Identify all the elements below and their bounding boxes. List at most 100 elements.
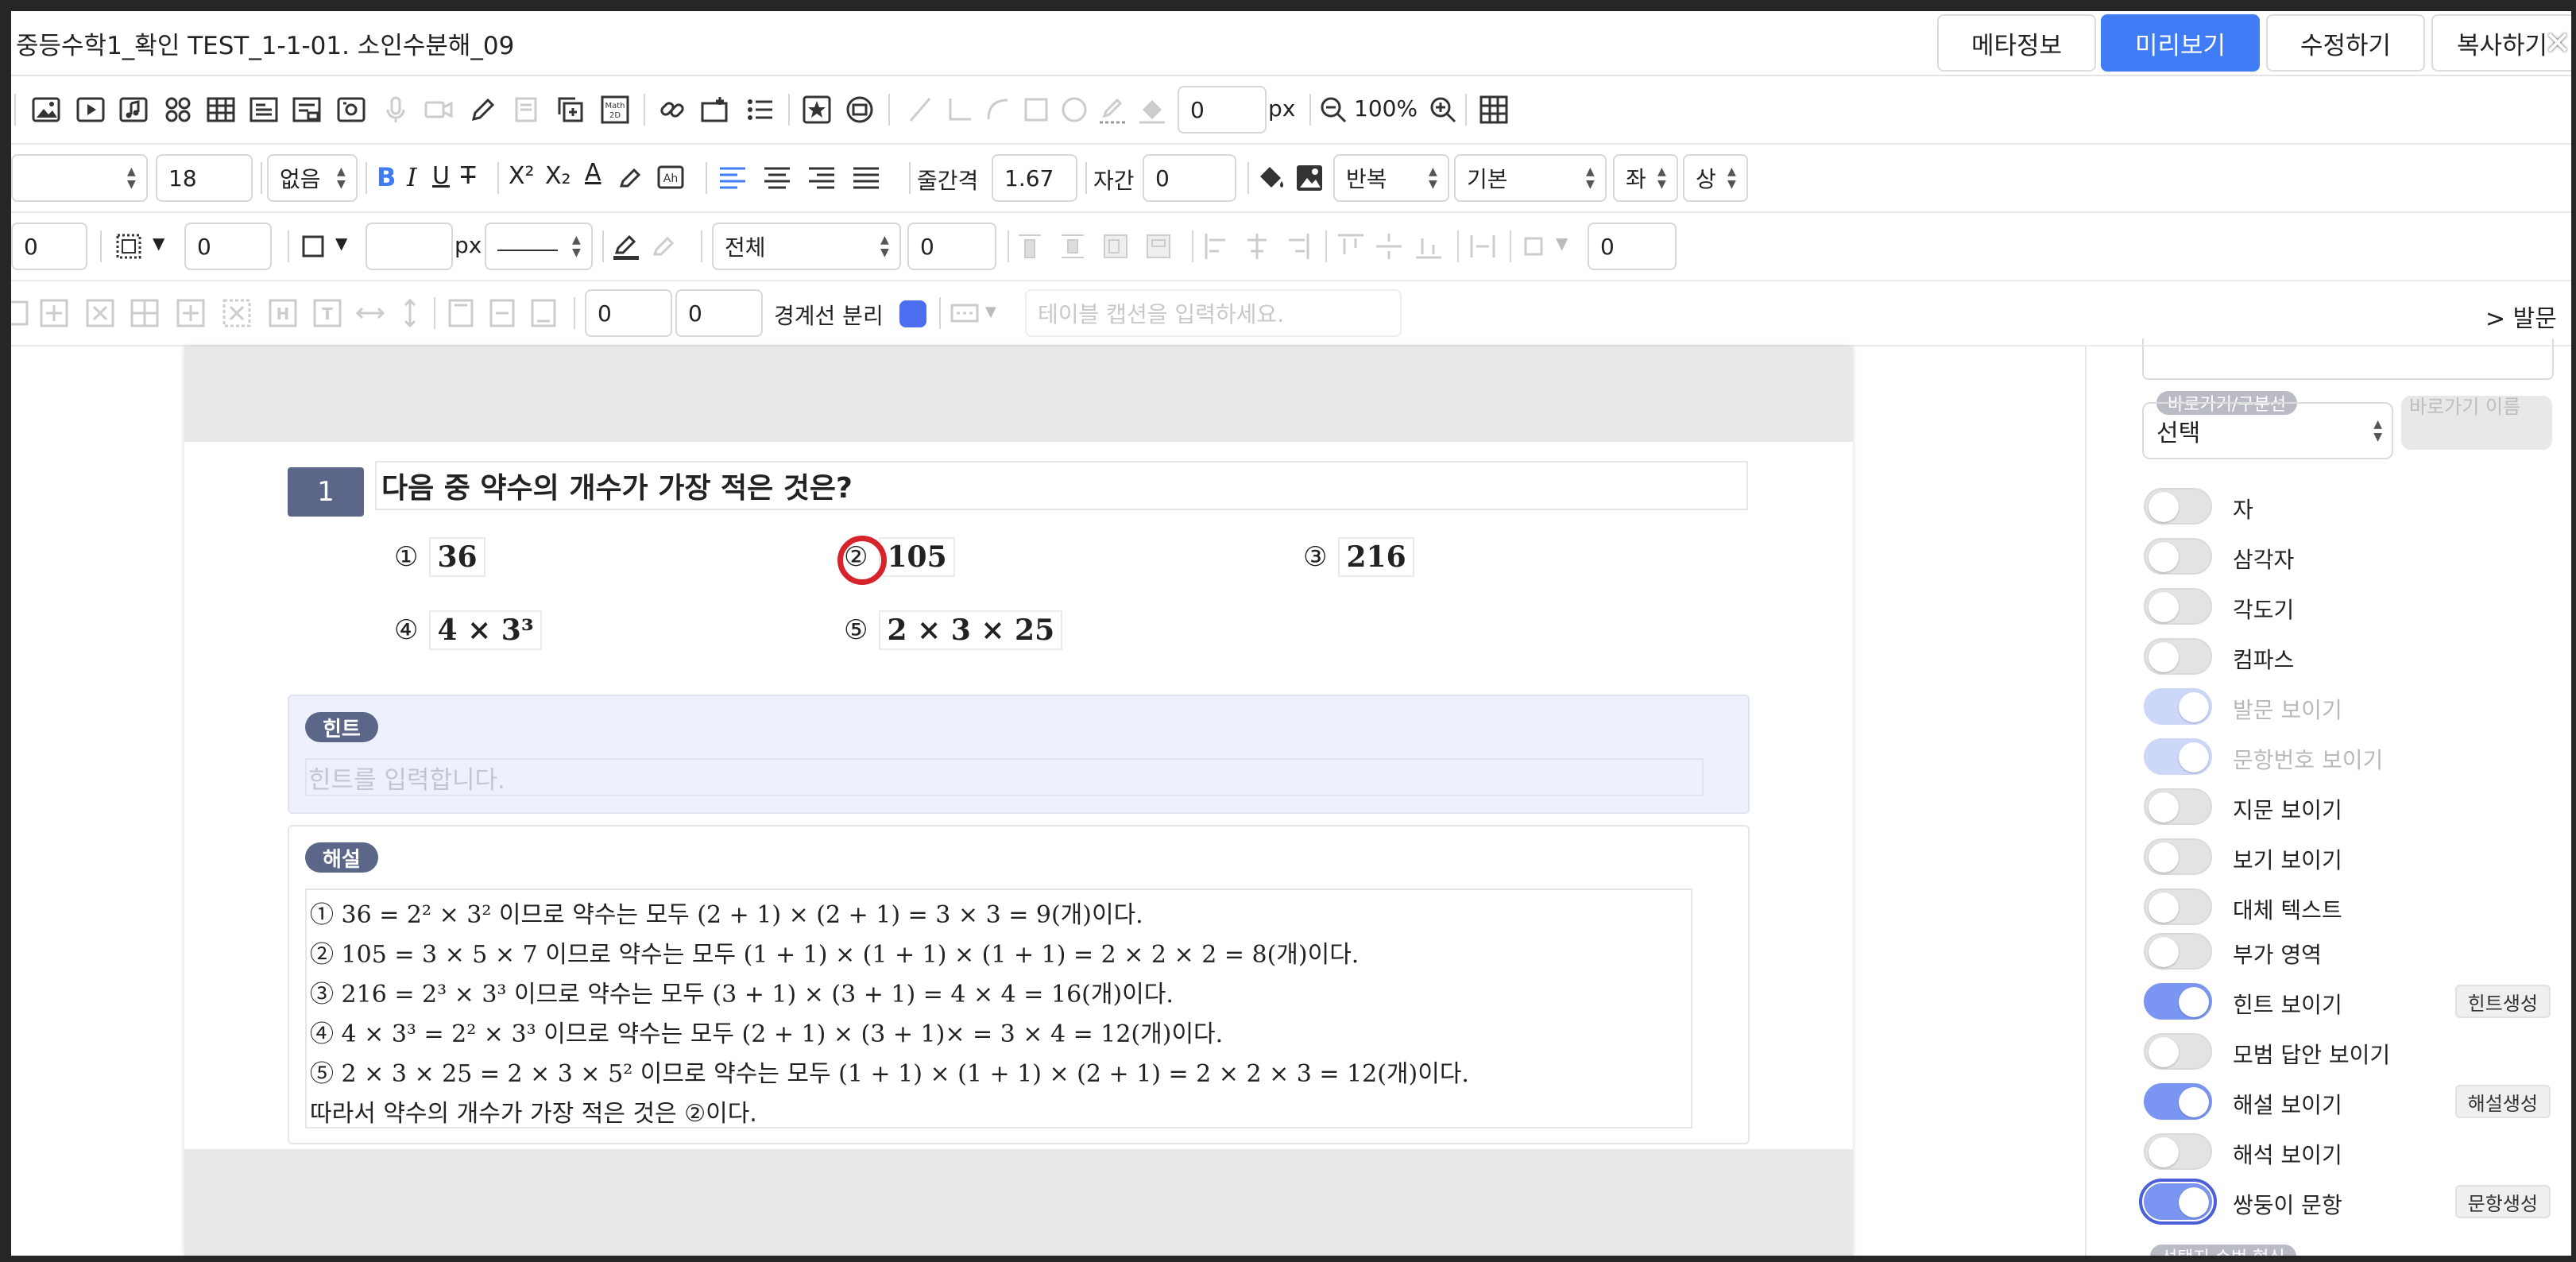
toggle-show-model-answer[interactable]: 모범 답안 보이기 [2144,1032,2557,1071]
table-icon[interactable] [205,94,237,126]
toggle-show-solution[interactable]: 해설 보이기 해설생성 [2144,1082,2557,1121]
toggle-protractor[interactable]: 각도기 [2144,586,2557,626]
underline-button[interactable]: U [432,162,450,190]
panel-textarea[interactable] [2142,339,2554,380]
italic-button[interactable]: I [407,162,417,192]
font-color-button[interactable]: A [585,159,601,187]
generate-solution-button[interactable]: 해설생성 [2454,1085,2551,1118]
background-image-icon[interactable] [1294,162,1325,194]
toggle-show-interpretation[interactable]: 해석 보이기 [2144,1132,2557,1171]
audio-icon[interactable] [118,94,149,126]
chevron-down-icon[interactable]: ▼ [153,234,164,253]
scope-value-input[interactable]: 0 [907,223,996,270]
superscript-button[interactable]: X² [509,162,535,190]
video-icon[interactable] [75,94,106,126]
align-left-icon[interactable] [717,162,748,194]
padding-input[interactable]: 0 [11,223,87,270]
form-icon[interactable] [291,94,323,126]
mic-icon [380,94,412,126]
close-icon[interactable]: ✕ [2544,25,2571,62]
font-size-input[interactable]: 18 [156,154,253,202]
insert-icon[interactable] [699,94,731,126]
prompt-link[interactable]: > 발문 [2485,299,2557,334]
meta-info-button[interactable]: 메타정보 [1937,14,2096,72]
scope-select[interactable]: 전체 ▲ ▼ [712,223,901,270]
question-number: 1 [288,467,364,517]
strikethrough-button[interactable]: T [461,162,475,190]
grid-icon[interactable] [1478,94,1510,126]
image-search-icon[interactable] [844,94,876,126]
font-family-select[interactable]: ▲ ▼ [11,154,148,202]
cell-padding-x-input[interactable]: 0 [585,289,672,337]
toggle-twin-question[interactable]: 쌍둥이 문항 문항생성 [2139,1179,2557,1225]
bg-align-v-select[interactable]: 상 ▲ ▼ [1683,154,1748,202]
choice-value: 4 × 3³ [429,610,542,650]
line-spacing-input[interactable]: 1.67 [992,154,1077,202]
toggle-triangle[interactable]: 삼각자 [2144,536,2557,576]
toggle-show-passage[interactable]: 지문 보이기 [2144,787,2557,826]
cell-padding-y-input[interactable]: 0 [675,289,763,337]
bg-align-h-select[interactable]: 좌 ▲ ▼ [1613,154,1678,202]
list-icon[interactable] [744,94,776,126]
camera-icon [423,94,454,126]
copy-icon[interactable] [555,94,586,126]
line-style-select[interactable]: ▲ ▼ [485,223,593,270]
preview-button[interactable]: 미리보기 [2101,14,2260,72]
solution-line: ③ 216 = 2³ × 3³ 이므로 약수는 모두 (3 + 1) × (3 … [310,981,1174,1008]
stroke-width-input[interactable]: 0 [1178,86,1267,134]
widget-icon[interactable] [335,94,367,126]
letter-spacing-input[interactable]: 0 [1143,154,1236,202]
border-box-icon[interactable] [297,230,329,262]
border-px-input[interactable] [366,223,453,270]
toggle-compass[interactable]: 컴파스 [2144,637,2557,676]
bg-repeat-select[interactable]: 반복 ▲ ▼ [1333,154,1449,202]
generate-question-button[interactable]: 문항생성 [2454,1185,2551,1218]
image-icon[interactable] [30,94,62,126]
bg-base-select[interactable]: 기본 ▲ ▼ [1454,154,1607,202]
border-separate-checkbox[interactable] [899,300,926,327]
shapes-icon[interactable] [162,94,194,126]
align-center-icon[interactable] [761,162,793,194]
chevron-down-icon[interactable]: ▼ [335,234,347,253]
choice-4[interactable]: ④ 4 × 3³ [394,610,542,650]
toggle-show-example[interactable]: 보기 보이기 [2144,837,2557,877]
hint-input[interactable]: 힌트를 입력합니다. [305,758,1704,796]
hint-section: 힌트 힌트를 입력합니다. [288,695,1750,814]
star-box-icon[interactable] [801,94,833,126]
zoom-in-icon[interactable] [1427,94,1459,126]
shortcut-select[interactable]: 선택 ▲ ▼ [2142,402,2393,459]
choice-value: 216 [1338,537,1414,577]
subscript-button[interactable]: X₂ [545,162,571,190]
choice-5[interactable]: ⑤ 2 × 3 × 25 [844,610,1063,650]
solution-line: ④ 4 × 3³ = 2² × 3³ 이므로 약수는 모두 (2 + 1) × … [310,1020,1224,1048]
choice-1[interactable]: ① 36 [394,537,485,577]
math-icon[interactable]: Math 2D [599,94,631,126]
choice-number: ④ [394,614,419,646]
shadow-value-input[interactable]: 0 [1588,223,1677,270]
question-text[interactable]: 다음 중 약수의 개수가 가장 적은 것은? [375,461,1748,510]
solution-text[interactable]: ① 36 = 2² × 3² 이므로 약수는 모두 (2 + 1) × (2 +… [305,888,1692,1128]
align-justify-icon[interactable] [850,162,882,194]
bold-button[interactable]: B [377,162,396,192]
toggle-alt-text[interactable]: 대체 텍스트 [2144,887,2557,927]
choice-3[interactable]: ③ 216 [1303,537,1414,577]
toggle-extra-area[interactable]: 부가 영역 [2144,931,2557,971]
toggle-ruler[interactable]: 자 [2144,486,2557,526]
border-color-icon[interactable] [610,230,642,262]
align-right-icon[interactable] [806,162,837,194]
title-bar: 중등수학1_확인 TEST_1-1-01. 소인수분해_09 메타정보 미리보기… [11,11,2571,76]
table-caption-input[interactable]: 테이블 캡션을 입력하세요. [1025,289,1402,337]
text-style-select[interactable]: 없음 ▲ ▼ [267,154,358,202]
char-style-icon[interactable]: Ah [656,162,688,194]
border-width-input[interactable]: 0 [184,223,272,270]
edit-button[interactable]: 수정하기 [2266,14,2425,72]
paint-bucket-icon[interactable] [1255,162,1287,194]
generate-hint-button[interactable]: 힌트생성 [2454,985,2551,1018]
pencil-icon[interactable] [467,94,499,126]
highlight-icon[interactable] [615,162,647,194]
zoom-out-icon[interactable] [1317,94,1349,126]
link-icon[interactable] [656,94,688,126]
text-box-icon[interactable] [248,94,280,126]
border-style-icon[interactable] [113,230,145,262]
toggle-show-hint[interactable]: 힌트 보이기 힌트생성 [2144,981,2557,1021]
